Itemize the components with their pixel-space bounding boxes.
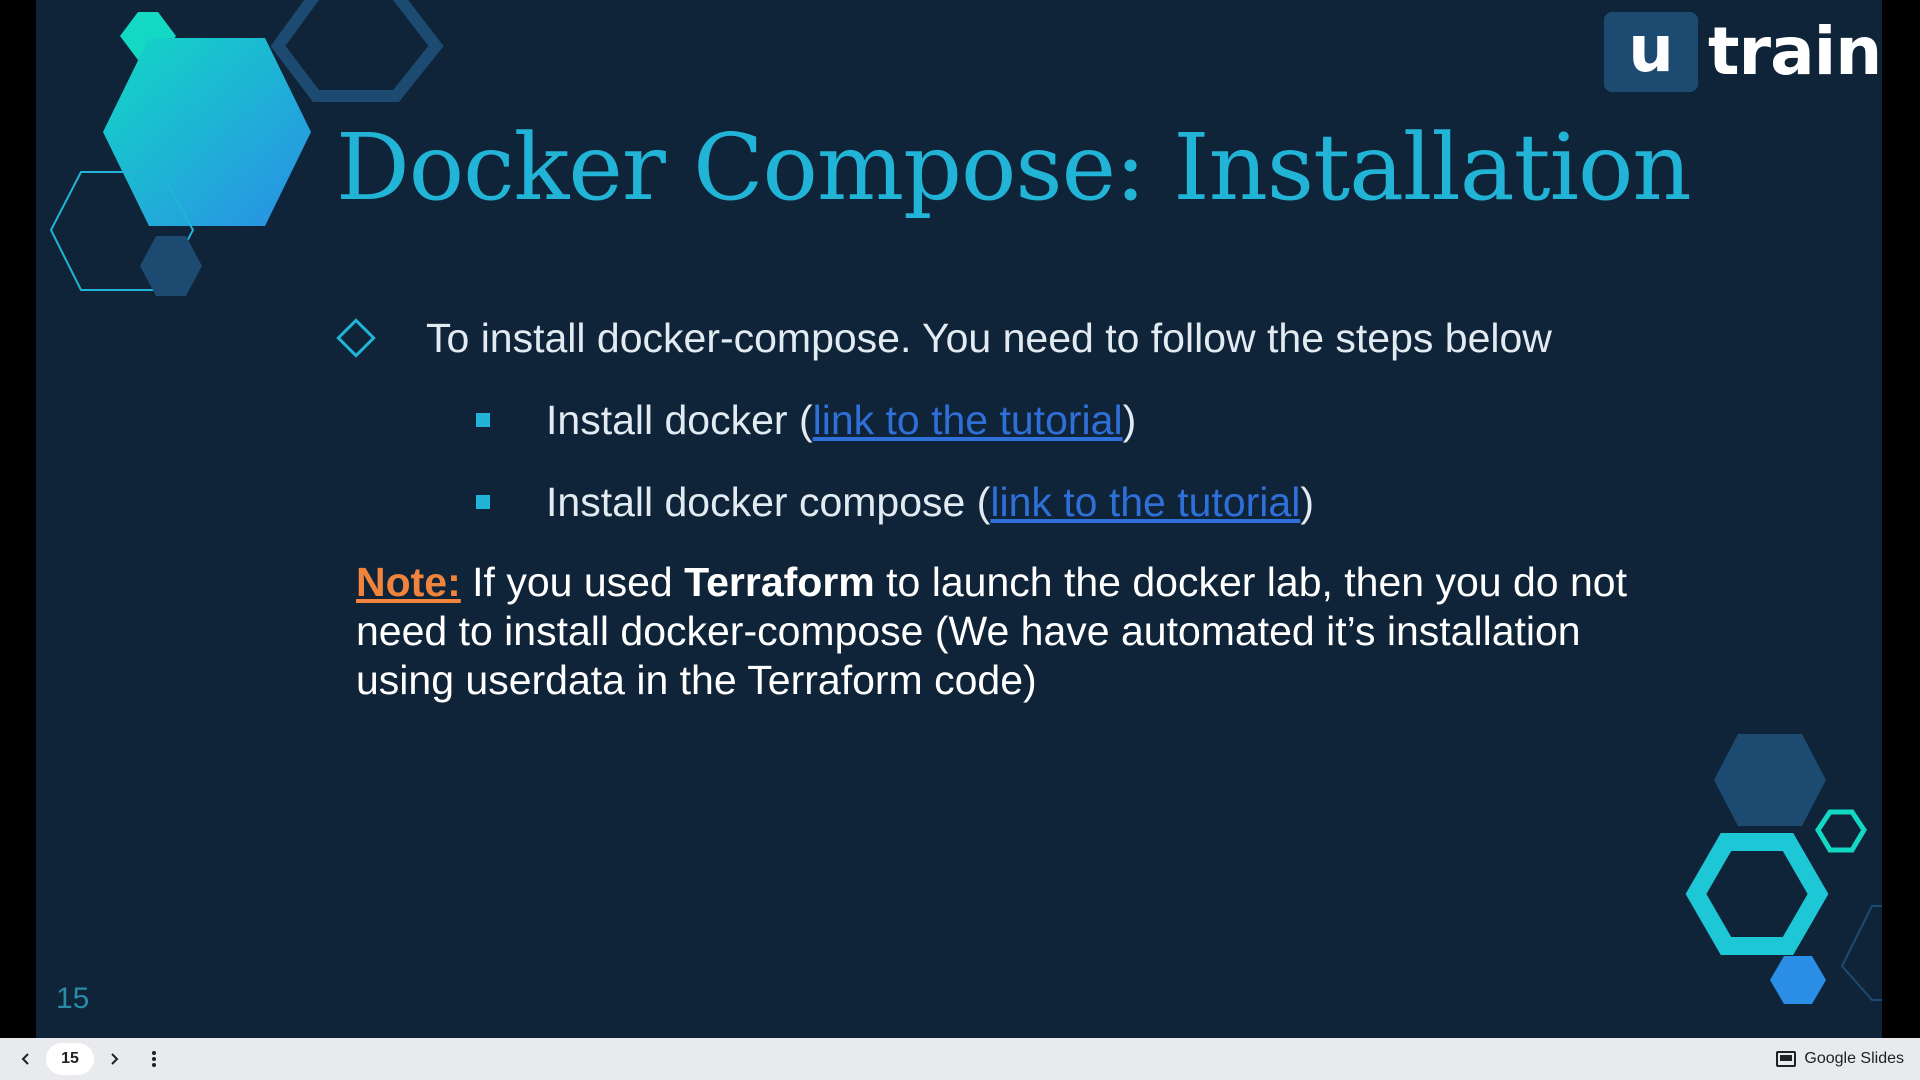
hexagon-outline-thin-right (1840, 905, 1882, 1001)
hexagon-teal-ring (1685, 833, 1829, 955)
slide-number: 15 (56, 982, 90, 1015)
note-text-part1: If you used (460, 559, 685, 605)
hexagon-gradient-large (103, 38, 311, 226)
sub-bullet-install-compose: Install docker compose (link to the tuto… (476, 474, 1314, 530)
chevron-right-icon (111, 1053, 119, 1065)
sub-bullet-prefix: Install docker ( (546, 396, 813, 443)
sub-bullet-suffix: ) (1122, 396, 1137, 443)
note-terraform-bold: Terraform (684, 559, 875, 605)
note-label: Note: (356, 559, 461, 605)
sub-bullet-prefix: Install docker compose ( (546, 478, 991, 525)
note-paragraph: Note: If you used Terraform to launch th… (356, 558, 1656, 705)
page-number-box[interactable]: 15 (46, 1043, 94, 1075)
square-bullet-icon (476, 495, 490, 509)
google-slides-brand[interactable]: Google Slides (1776, 1050, 1904, 1068)
viewer-toolbar: 15 Google Slides (0, 1038, 1920, 1080)
bullet-item: To install docker-compose. You need to f… (326, 310, 1552, 366)
brand-label: Google Slides (1804, 1050, 1904, 1067)
hexagon-teal-outline-small (1815, 809, 1867, 853)
more-vert-icon (152, 1051, 156, 1067)
hexagon-dark-large (1714, 734, 1826, 826)
logo-word: train (1708, 13, 1882, 90)
hexagon-blue-small (1770, 956, 1826, 1004)
sub-bullet-suffix: ) (1300, 478, 1314, 525)
diamond-bullet-icon (336, 318, 376, 358)
hexagon-teal-small (120, 12, 176, 60)
bullet-text: To install docker-compose. You need to f… (426, 314, 1552, 361)
slide-title: Docker Compose: Installation (336, 114, 1692, 221)
slides-icon (1776, 1051, 1797, 1067)
sub-bullet-install-docker: Install docker (link to the tutorial) (476, 392, 1136, 448)
hexagon-dark-small (140, 236, 202, 296)
slide: u train Docker Compose: Installation To … (36, 0, 1882, 1038)
logo-letter: u (1604, 12, 1698, 92)
hexagon-outline-dark (270, 0, 444, 102)
hexagon-outline-thin (49, 171, 195, 291)
presentation-viewer: u train Docker Compose: Installation To … (0, 0, 1920, 1080)
more-options-button[interactable] (138, 1043, 170, 1075)
square-bullet-icon (476, 413, 490, 427)
tutorial-link-docker[interactable]: link to the tutorial (813, 397, 1123, 444)
chevron-left-icon (21, 1053, 29, 1065)
previous-slide-button[interactable] (10, 1043, 42, 1075)
next-slide-button[interactable] (98, 1043, 130, 1075)
utrain-logo: u train (1604, 12, 1882, 92)
tutorial-link-compose[interactable]: link to the tutorial (990, 479, 1300, 526)
